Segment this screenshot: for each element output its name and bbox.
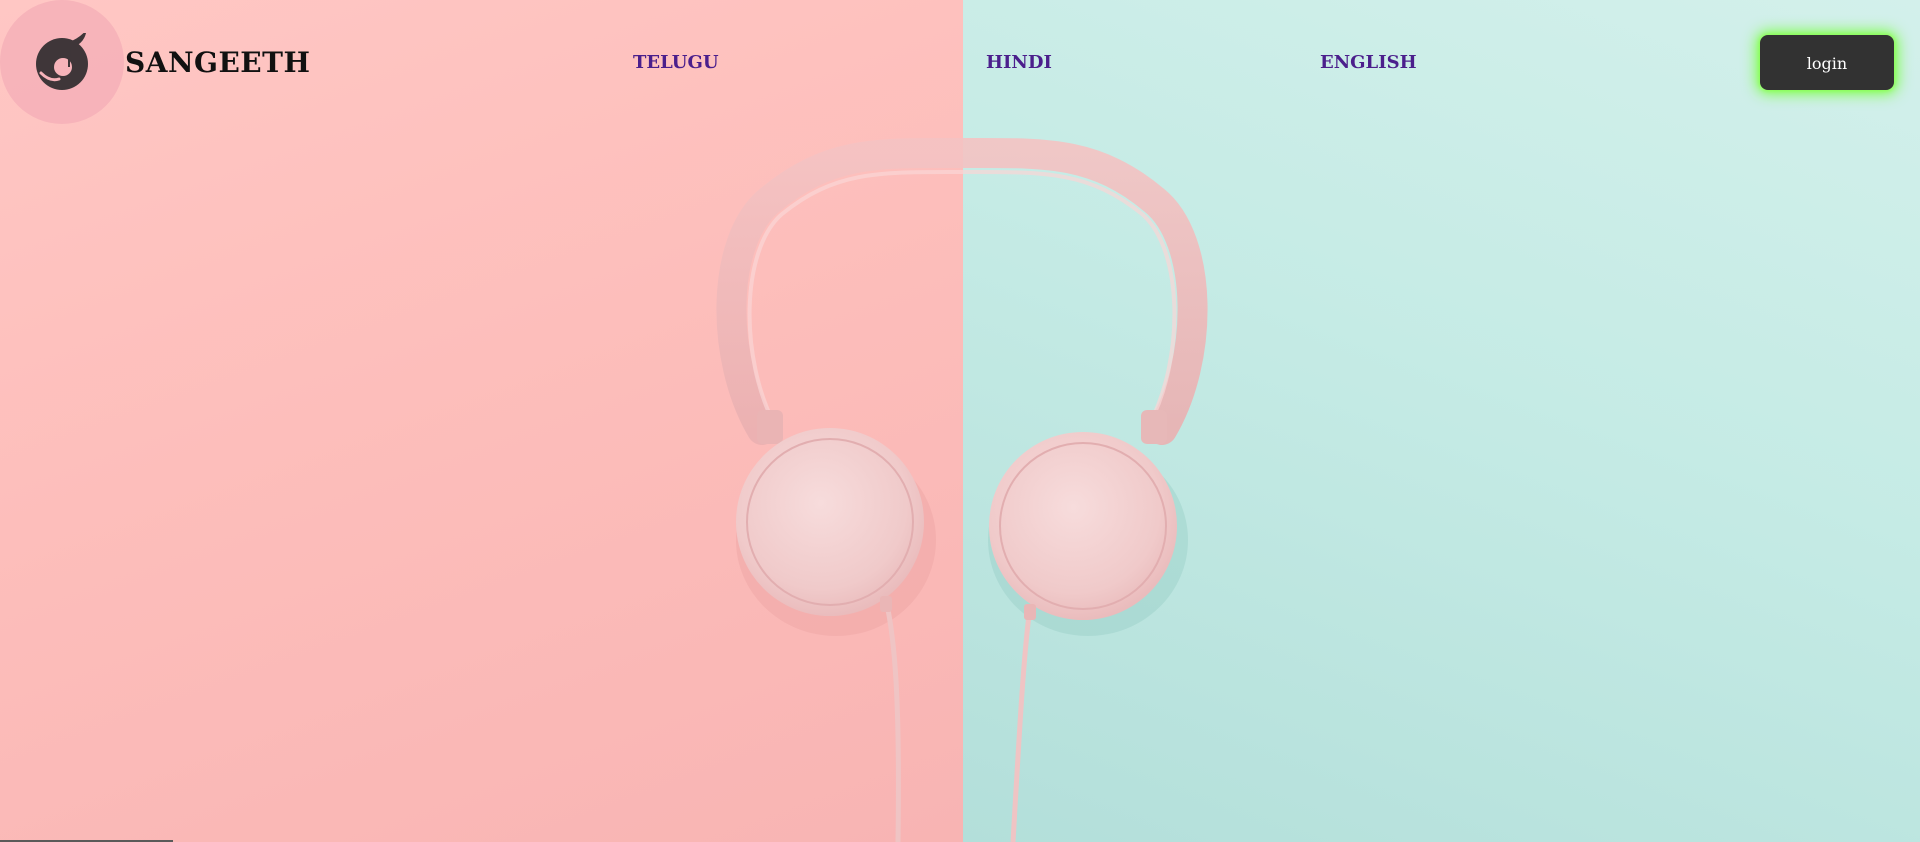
music-note-logo-icon — [36, 33, 88, 90]
headphones-illustration — [716, 137, 1208, 842]
nav-link-telugu[interactable]: TELUGU — [633, 52, 719, 74]
landing-page: SANGEETH TELUGU HINDI ENGLISH login — [0, 0, 1920, 842]
nav-link-english[interactable]: ENGLISH — [1320, 52, 1417, 74]
nav-link-hindi[interactable]: HINDI — [986, 52, 1052, 74]
logo-circle[interactable] — [0, 0, 124, 124]
login-button[interactable]: login — [1760, 35, 1894, 90]
navbar: SANGEETH TELUGU HINDI ENGLISH login — [0, 0, 1920, 126]
brand-name[interactable]: SANGEETH — [125, 46, 310, 80]
